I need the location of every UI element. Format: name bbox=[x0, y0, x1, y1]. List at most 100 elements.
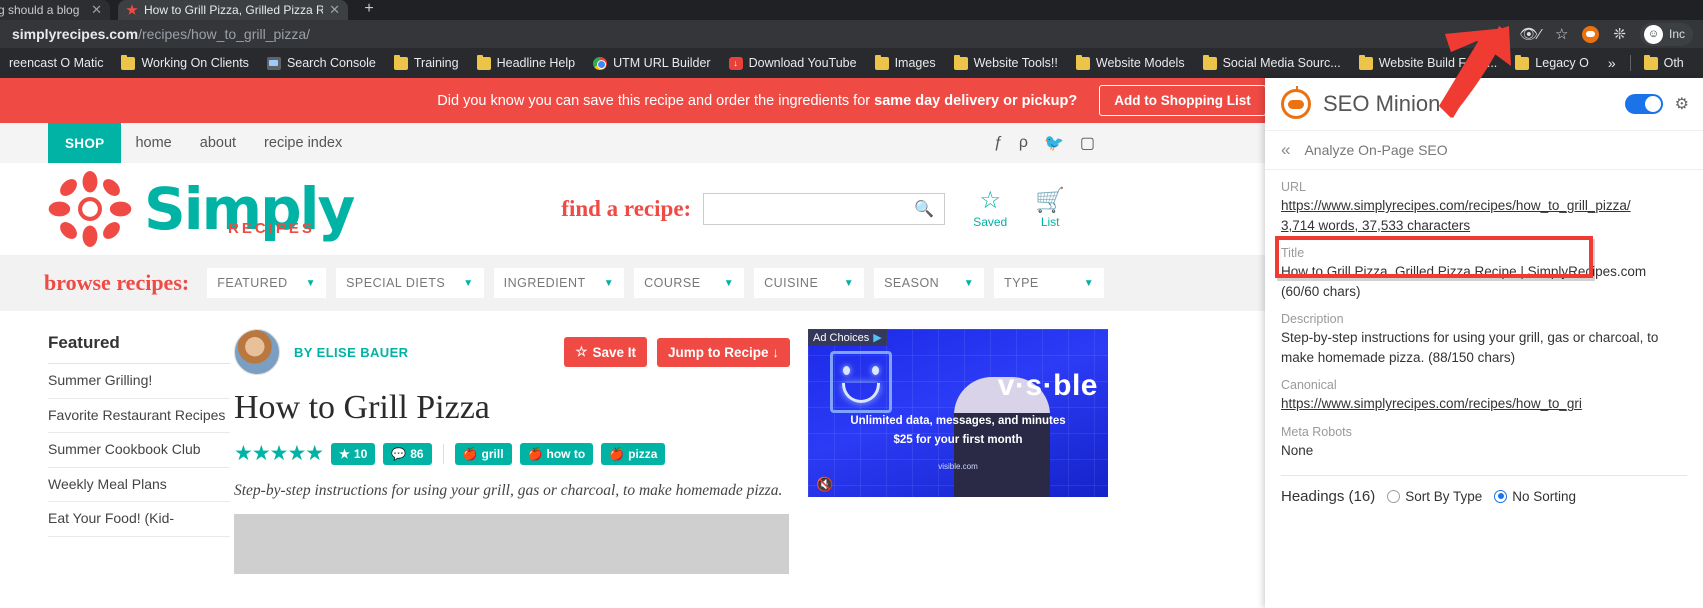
extensions-icon[interactable]: ❊ bbox=[1613, 27, 1626, 42]
dropdown-cuisine[interactable]: CUISINE ▼ bbox=[754, 268, 865, 298]
nav-item-shop[interactable]: SHOP bbox=[48, 123, 122, 163]
bookmark-item[interactable]: ↓ Download YouTube bbox=[720, 48, 866, 78]
logo-secondary-text: RECIPES bbox=[228, 220, 315, 237]
bookmark-label: Oth bbox=[1663, 56, 1684, 70]
bookmark-item[interactable]: Images bbox=[866, 48, 945, 78]
seo-panel-header: SEO Minion ⚙ bbox=[1265, 78, 1703, 130]
seo-meta-robots-value: None bbox=[1281, 442, 1314, 458]
search-input[interactable]: 🔍 bbox=[703, 193, 946, 225]
bookmark-item[interactable]: Training bbox=[385, 48, 468, 78]
eye-slash-icon[interactable]: 👁⁄ bbox=[1519, 27, 1541, 42]
bookmark-item[interactable]: Website Tools!! bbox=[945, 48, 1067, 78]
saved-label: Saved bbox=[973, 215, 1008, 229]
bookmark-item[interactable]: Legacy O bbox=[1506, 48, 1598, 78]
nav-item-recipe-index[interactable]: recipe index bbox=[250, 123, 356, 163]
tab-strip: g should a blog ✕ How to Grill Pizza, Gr… bbox=[0, 0, 1703, 20]
article-byline[interactable]: BY ELISE BAUER bbox=[294, 345, 408, 360]
list-button[interactable]: 🛒 List bbox=[1035, 189, 1065, 230]
dropdown-featured[interactable]: FEATURED ▼ bbox=[207, 268, 327, 298]
star-icon[interactable]: ☆ bbox=[1555, 27, 1568, 42]
seo-minion-icon[interactable] bbox=[1582, 25, 1600, 43]
other-bookmarks-button[interactable]: Oth bbox=[1635, 48, 1693, 78]
nav-item-about[interactable]: about bbox=[186, 123, 250, 163]
save-it-button[interactable]: ☆ Save It bbox=[564, 337, 647, 367]
facebook-icon[interactable]: ƒ bbox=[994, 134, 1003, 152]
close-icon[interactable]: ✕ bbox=[91, 2, 102, 18]
sidebar-item-summer-cookbook-club[interactable]: Summer Cookbook Club bbox=[48, 433, 230, 468]
bookmark-item[interactable]: Search Console bbox=[258, 48, 385, 78]
play-triangle-icon: ▶ bbox=[873, 332, 882, 344]
tag-grill[interactable]: 🍎 grill bbox=[454, 442, 512, 465]
seo-headings-controls: Headings (16) Sort By Type No Sorting bbox=[1281, 476, 1687, 505]
article-meta: ★★★★★ ★ 10 💬 86 🍎 grill 🍎 how to 🍎 pizza bbox=[234, 441, 790, 466]
search-icon[interactable]: 🔍 bbox=[914, 199, 934, 219]
download-icon: ↓ bbox=[728, 56, 743, 70]
seo-enable-toggle[interactable] bbox=[1624, 94, 1663, 114]
browser-tab-active[interactable]: How to Grill Pizza, Grilled Pizza R ✕ bbox=[118, 0, 348, 20]
comment-count-badge[interactable]: 💬 86 bbox=[383, 442, 432, 465]
saved-button[interactable]: ☆ Saved bbox=[973, 189, 1008, 230]
save-it-label: Save It bbox=[592, 344, 636, 360]
nav-item-home[interactable]: home bbox=[121, 123, 185, 163]
browser-tab-inactive[interactable]: g should a blog ✕ bbox=[0, 0, 110, 20]
bookmark-item[interactable]: Website Models bbox=[1067, 48, 1194, 78]
mute-icon[interactable]: 🔇 bbox=[816, 476, 833, 493]
seo-url-value[interactable]: https://www.simplyrecipes.com/recipes/ho… bbox=[1281, 196, 1687, 216]
seo-canonical-value[interactable]: https://www.simplyrecipes.com/recipes/ho… bbox=[1281, 394, 1687, 414]
sidebar-item-summer-grilling[interactable]: Summer Grilling! bbox=[48, 364, 230, 399]
radio-no-sorting[interactable]: No Sorting bbox=[1494, 489, 1576, 504]
rating-stars[interactable]: ★★★★★ bbox=[234, 441, 324, 466]
bookmark-item[interactable]: Working On Clients bbox=[112, 48, 257, 78]
simply-recipes-logo-icon[interactable] bbox=[48, 171, 132, 247]
chevron-left-icon[interactable]: « bbox=[1281, 140, 1290, 160]
bookmark-item[interactable]: Headline Help bbox=[468, 48, 585, 78]
bookmarks-overflow-button[interactable]: » bbox=[1598, 55, 1626, 71]
seo-word-count[interactable]: 3,714 words, 37,533 characters bbox=[1281, 216, 1687, 236]
new-tab-button[interactable]: + bbox=[358, 1, 380, 19]
site-wordmark[interactable]: Simply RECIPES bbox=[144, 180, 355, 238]
bookmark-label: reencast O Matic bbox=[9, 56, 104, 70]
dropdown-season[interactable]: SEASON ▼ bbox=[874, 268, 985, 298]
bookmark-label: Images bbox=[894, 56, 936, 70]
seo-meta-robots-label: Meta Robots bbox=[1281, 424, 1352, 439]
bookmark-label: Training bbox=[413, 56, 459, 70]
page-title: How to Grill Pizza bbox=[234, 389, 490, 426]
seo-section-header[interactable]: « Analyze On-Page SEO bbox=[1265, 130, 1703, 170]
radio-icon[interactable] bbox=[1387, 489, 1401, 503]
radio-icon-selected[interactable] bbox=[1494, 489, 1508, 503]
jump-to-recipe-button[interactable]: Jump to Recipe ↓ bbox=[656, 337, 790, 367]
article-hero-image bbox=[234, 514, 789, 574]
incognito-label: Inc bbox=[1668, 27, 1685, 41]
sidebar-title: Featured bbox=[48, 329, 230, 364]
sidebar-item-weekly-meal-plans[interactable]: Weekly Meal Plans bbox=[48, 468, 230, 502]
gear-icon[interactable]: ⚙ bbox=[1675, 94, 1689, 114]
dropdown-course[interactable]: COURSE ▼ bbox=[634, 268, 745, 298]
dropdown-ingredient[interactable]: INGREDIENT ▼ bbox=[493, 268, 625, 298]
close-icon[interactable]: ✕ bbox=[329, 2, 340, 18]
sidebar-item-favorite-restaurant-recipes[interactable]: Favorite Restaurant Recipes bbox=[48, 399, 230, 433]
sidebar-item-eat-your-food[interactable]: Eat Your Food! (Kid- bbox=[48, 502, 230, 537]
rating-count-label: 10 bbox=[353, 446, 368, 461]
video-ad[interactable]: v·s·ble Unlimited data, messages, and mi… bbox=[808, 329, 1108, 497]
pinterest-icon[interactable]: ρ bbox=[1019, 134, 1028, 152]
url-input[interactable]: simplyrecipes.com /recipes/how_to_grill_… bbox=[0, 22, 310, 46]
dropdown-special-diets[interactable]: SPECIAL DIETS ▼ bbox=[336, 268, 484, 298]
instagram-icon[interactable]: ▢ bbox=[1080, 133, 1095, 153]
tag-how-to[interactable]: 🍎 how to bbox=[519, 442, 594, 465]
dropdown-type[interactable]: TYPE ▼ bbox=[994, 268, 1105, 298]
twitter-icon[interactable]: 🐦 bbox=[1044, 133, 1064, 153]
add-to-shopping-list-button[interactable]: Add to Shopping List bbox=[1099, 85, 1266, 116]
ad-choices-badge[interactable]: Ad Choices ▶ bbox=[808, 329, 887, 346]
tag-pizza[interactable]: 🍎 pizza bbox=[601, 442, 666, 465]
bookmark-item[interactable]: Social Media Sourc... bbox=[1194, 48, 1350, 78]
rating-count-badge[interactable]: ★ 10 bbox=[331, 442, 376, 465]
incognito-indicator[interactable]: ☺ Inc bbox=[1639, 22, 1693, 46]
avatar bbox=[234, 329, 280, 375]
radio-sort-by-type[interactable]: Sort By Type bbox=[1387, 489, 1482, 504]
tab-title: How to Grill Pizza, Grilled Pizza R bbox=[144, 3, 324, 17]
bookmark-item[interactable]: Website Build Foun... bbox=[1350, 48, 1507, 78]
bookmark-item[interactable]: reencast O Matic bbox=[0, 48, 112, 78]
star-icon: ★ bbox=[339, 446, 350, 461]
bookmark-item[interactable]: UTM URL Builder bbox=[584, 48, 719, 78]
divider bbox=[442, 443, 444, 464]
